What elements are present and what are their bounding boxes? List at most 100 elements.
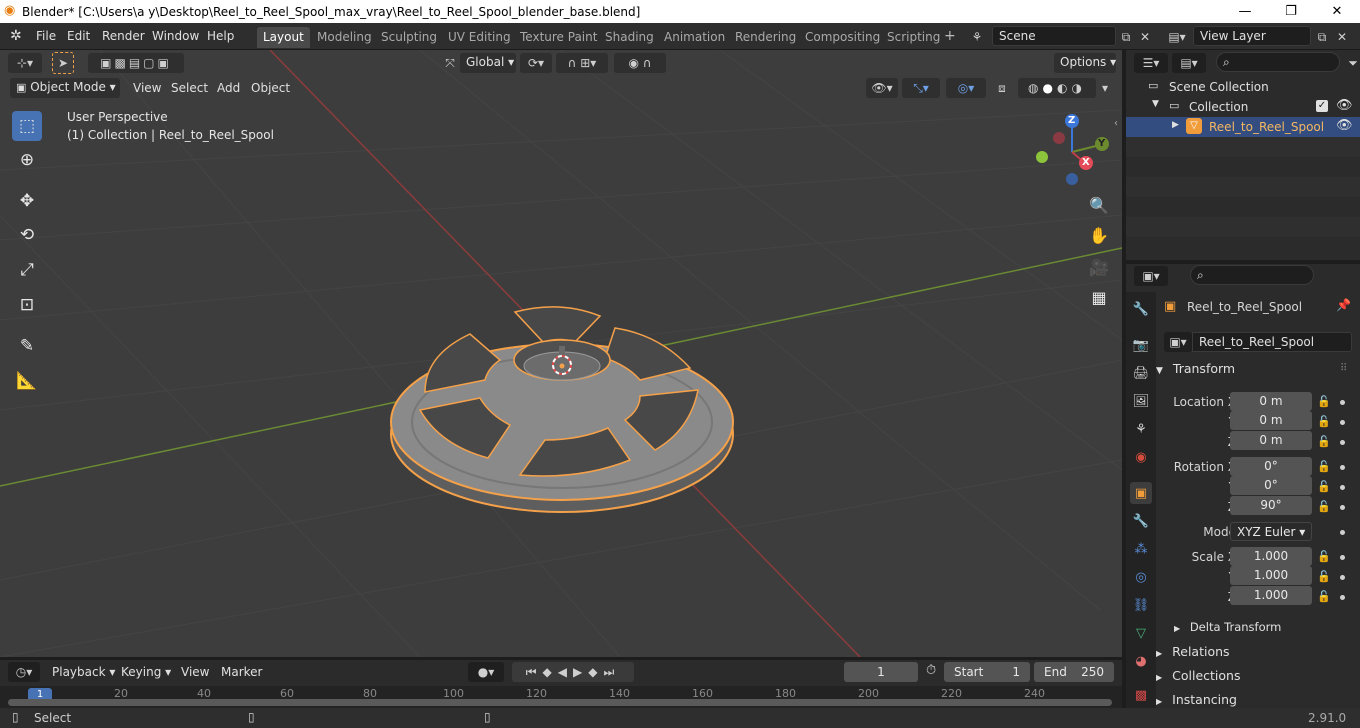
- tool-tab-icon[interactable]: 🔧: [1130, 298, 1152, 320]
- texture-tab-icon[interactable]: ▩: [1130, 684, 1152, 706]
- rotation-z-field[interactable]: 90°: [1230, 496, 1312, 515]
- expand-object-icon[interactable]: ▶: [1172, 120, 1179, 130]
- properties-editor-type-icon[interactable]: ▣▾: [1134, 266, 1168, 286]
- view-layer-icon[interactable]: ▤▾: [1163, 27, 1191, 47]
- outliner-row-object[interactable]: ▶ ▽ Reel_to_Reel_Spool 👁: [1126, 117, 1360, 137]
- shading-options-icon[interactable]: ▾: [1098, 78, 1112, 98]
- annotate-tool-button[interactable]: ✎: [12, 331, 42, 361]
- editor-type-icon[interactable]: ⊹▾: [8, 53, 42, 73]
- keyframe-dot[interactable]: [1340, 530, 1345, 535]
- orientation-select[interactable]: Global ▾: [460, 53, 516, 73]
- start-frame-field[interactable]: Start 1: [944, 662, 1030, 682]
- timeline-scrollbar[interactable]: [8, 699, 1112, 706]
- delete-scene-icon[interactable]: ✕: [1137, 27, 1153, 47]
- properties-search-input[interactable]: ⌕: [1190, 265, 1314, 285]
- location-z-field[interactable]: 0 m: [1230, 431, 1312, 450]
- keyframe-dot[interactable]: [1340, 440, 1345, 445]
- collection-visibility-icon[interactable]: 👁: [1336, 98, 1353, 113]
- pin-icon[interactable]: 📌: [1336, 298, 1351, 312]
- selection-mode-icons[interactable]: ▣▩▤▢▣: [88, 53, 184, 73]
- keyframe-dot[interactable]: [1340, 505, 1345, 510]
- rotation-mode-select[interactable]: XYZ Euler ▾: [1230, 522, 1312, 541]
- keyframe-dot[interactable]: [1340, 555, 1345, 560]
- current-frame-field[interactable]: 1: [844, 662, 918, 682]
- close-button[interactable]: ✕: [1314, 0, 1360, 23]
- outliner-editor-type-icon[interactable]: ☰▾: [1134, 53, 1168, 73]
- tab-shading[interactable]: Shading: [599, 27, 660, 48]
- tab-layout[interactable]: Layout: [257, 27, 310, 48]
- material-tab-icon[interactable]: ◕: [1130, 650, 1152, 672]
- playback-controls[interactable]: ⏮◆◀▶◆⏭: [512, 662, 634, 682]
- scale-x-field[interactable]: 1.000: [1230, 547, 1312, 566]
- tab-animation[interactable]: Animation: [658, 27, 731, 48]
- shading-mode-icons[interactable]: ◍ ● ◐◑: [1018, 78, 1096, 98]
- outliner-row-scene-collection[interactable]: ▭ Scene Collection: [1126, 77, 1360, 97]
- delta-transform-header[interactable]: ▶ Delta Transform: [1174, 620, 1360, 642]
- keyframe-dot[interactable]: [1340, 465, 1345, 470]
- lock-icon[interactable]: 🔓: [1317, 480, 1331, 493]
- outliner-row-collection[interactable]: ▼ ▭ Collection ✓ 👁: [1126, 97, 1360, 117]
- frame-ruler[interactable]: 1 20 40 60 80 100 120 140 160 180 200 22…: [0, 686, 1122, 708]
- tab-rendering[interactable]: Rendering: [729, 27, 802, 48]
- collections-panel-header[interactable]: ▶ Collections: [1156, 668, 1356, 690]
- expand-collection-icon[interactable]: ▼: [1152, 99, 1159, 109]
- outliner-search-input[interactable]: ⌕: [1216, 52, 1340, 72]
- delete-view-layer-icon[interactable]: ✕: [1334, 27, 1350, 47]
- camera-view-icon[interactable]: 🎥: [1086, 254, 1112, 280]
- lock-icon[interactable]: 🔓: [1317, 500, 1331, 513]
- mode-select[interactable]: ▣ Object Mode ▾: [10, 78, 120, 98]
- scale-z-field[interactable]: 1.000: [1230, 586, 1312, 605]
- move-tool-button[interactable]: ✥: [12, 186, 42, 216]
- tab-uv-editing[interactable]: UV Editing: [442, 27, 517, 48]
- navigation-gizmo[interactable]: [1030, 112, 1122, 192]
- keyframe-dot[interactable]: [1340, 575, 1345, 580]
- keyframe-dot[interactable]: [1340, 420, 1345, 425]
- playback-menu[interactable]: Playback ▾: [52, 665, 115, 679]
- filter-icon[interactable]: ⏷: [1346, 53, 1360, 73]
- pivot-point-icon[interactable]: ⟳▾: [520, 53, 552, 73]
- render-tab-icon[interactable]: 📷: [1130, 334, 1152, 356]
- menu-help[interactable]: Help: [207, 29, 234, 43]
- select-box-tool-icon[interactable]: ➤: [52, 52, 74, 74]
- visibility-icon[interactable]: 👁▾: [866, 78, 898, 98]
- proportional-edit-icon[interactable]: ◉ ∩: [614, 53, 666, 73]
- keyframe-dot[interactable]: [1340, 485, 1345, 490]
- rotation-y-field[interactable]: 0°: [1230, 476, 1312, 495]
- lock-icon[interactable]: 🔓: [1317, 550, 1331, 563]
- rotation-x-field[interactable]: 0°: [1230, 457, 1312, 476]
- menu-view[interactable]: View: [133, 81, 161, 95]
- lock-icon[interactable]: 🔓: [1317, 395, 1331, 408]
- preview-range-icon[interactable]: ⏱: [926, 663, 936, 678]
- timeline-editor-type-icon[interactable]: ◷▾: [8, 662, 40, 682]
- zoom-icon[interactable]: 🔍: [1086, 192, 1112, 218]
- menu-render[interactable]: Render: [102, 29, 145, 43]
- lock-icon[interactable]: 🔓: [1317, 460, 1331, 473]
- object-visibility-icon[interactable]: 👁: [1336, 118, 1353, 133]
- keying-menu[interactable]: Keying ▾: [121, 665, 171, 679]
- constraints-tab-icon[interactable]: ⛓: [1130, 594, 1152, 616]
- timeline-view-menu[interactable]: View: [181, 665, 209, 679]
- object-name-field[interactable]: Reel_to_Reel_Spool: [1192, 332, 1352, 352]
- output-tab-icon[interactable]: 🖨: [1130, 362, 1152, 384]
- menu-file[interactable]: File: [36, 29, 56, 43]
- rotate-tool-button[interactable]: ⟲: [12, 220, 42, 250]
- new-view-layer-icon[interactable]: ⧉: [1313, 27, 1331, 47]
- overlays-icon[interactable]: ◎▾: [946, 78, 986, 98]
- view-layer-field[interactable]: View Layer: [1193, 26, 1311, 46]
- relations-panel-header[interactable]: ▶ Relations: [1156, 644, 1356, 666]
- snap-icon[interactable]: ∩ ⊞▾: [556, 53, 608, 73]
- select-tool-button[interactable]: ⬚: [12, 111, 42, 141]
- object-datablock-icon[interactable]: ▣▾: [1164, 332, 1192, 352]
- object-tab-icon[interactable]: ▣: [1130, 482, 1152, 504]
- gizmo-toggle-icon[interactable]: ⤡▾: [902, 78, 940, 98]
- tab-scripting[interactable]: Scripting: [881, 27, 946, 48]
- 3d-viewport[interactable]: ⊹▾ ➤ ▣▩▤▢▣ ⤧ Global ▾ ⟳▾ ∩ ⊞▾ ◉ ∩ Option…: [0, 50, 1122, 657]
- modifier-tab-icon[interactable]: 🔧: [1130, 510, 1152, 532]
- measure-tool-button[interactable]: 📐: [12, 366, 42, 396]
- world-tab-icon[interactable]: ◉: [1130, 446, 1152, 468]
- physics-tab-icon[interactable]: ◎: [1130, 566, 1152, 588]
- display-mode-icon[interactable]: ▤▾: [1172, 53, 1206, 73]
- collection-checkbox[interactable]: ✓: [1316, 100, 1328, 112]
- minimize-button[interactable]: —: [1222, 0, 1268, 23]
- lock-icon[interactable]: 🔓: [1317, 590, 1331, 603]
